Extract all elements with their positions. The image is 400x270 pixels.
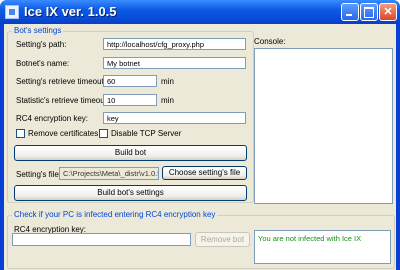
statistics-timeout-label: Statistic's retrieve timeout: xyxy=(16,96,110,105)
build-bot-button[interactable]: Build bot xyxy=(14,145,247,161)
infection-rc4-input[interactable] xyxy=(12,233,191,246)
settings-timeout-input[interactable]: 60 xyxy=(103,75,157,87)
console-label: Console: xyxy=(254,37,286,46)
settings-path-label: Setting's path: xyxy=(16,40,67,49)
remove-certificates-checkbox[interactable] xyxy=(16,129,25,138)
minimize-icon xyxy=(342,4,358,20)
window-title: Ice IX ver. 1.0.5 xyxy=(24,4,117,19)
rc4-key-input[interactable]: key xyxy=(103,112,246,124)
bot-settings-legend: Bot's settings xyxy=(12,26,64,35)
remove-bot-button: Remove bot xyxy=(195,232,250,247)
disable-tcp-server-label: Disable TCP Server xyxy=(111,129,182,138)
app-window: Ice IX ver. 1.0.5 ✕ Bot's settings Setti… xyxy=(0,0,400,270)
client-area: Bot's settings Setting's path: http://lo… xyxy=(4,24,396,270)
rc4-key-label: RC4 encryption key: xyxy=(16,114,89,123)
maximize-button[interactable] xyxy=(360,3,378,21)
minimize-button[interactable] xyxy=(341,3,359,21)
botnet-name-label: Botnet's name: xyxy=(16,59,70,68)
close-button[interactable]: ✕ xyxy=(379,3,397,21)
choose-settings-file-button[interactable]: Choose setting's file xyxy=(162,166,247,180)
console-output[interactable] xyxy=(254,48,393,204)
build-bots-settings-button[interactable]: Build bot's settings xyxy=(14,185,247,201)
statistics-timeout-input[interactable]: 10 xyxy=(103,94,157,106)
title-bar[interactable]: Ice IX ver. 1.0.5 ✕ xyxy=(0,0,400,24)
app-icon xyxy=(5,5,19,19)
maximize-icon xyxy=(361,4,377,20)
settings-file-label: Setting's file: xyxy=(16,170,62,179)
settings-file-input: C:\Projects\Meta\_distr\v1.0.5 xyxy=(59,167,159,180)
disable-tcp-server-checkbox[interactable] xyxy=(99,129,108,138)
close-icon: ✕ xyxy=(383,6,393,18)
botnet-name-input[interactable]: My botnet xyxy=(103,57,246,69)
remove-certificates-label: Remove certificates xyxy=(28,129,99,138)
infection-check-legend: Check if your PC is infected entering RC… xyxy=(12,210,218,219)
settings-path-input[interactable]: http://localhost/cfg_proxy.php xyxy=(103,38,246,50)
settings-timeout-unit: min xyxy=(161,77,174,86)
infection-status-box: You are not infected with Ice IX xyxy=(254,230,391,264)
settings-timeout-label: Setting's retrieve timeout: xyxy=(16,77,107,86)
infection-status-text: You are not infected with Ice IX xyxy=(258,234,362,243)
statistics-timeout-unit: min xyxy=(161,96,174,105)
